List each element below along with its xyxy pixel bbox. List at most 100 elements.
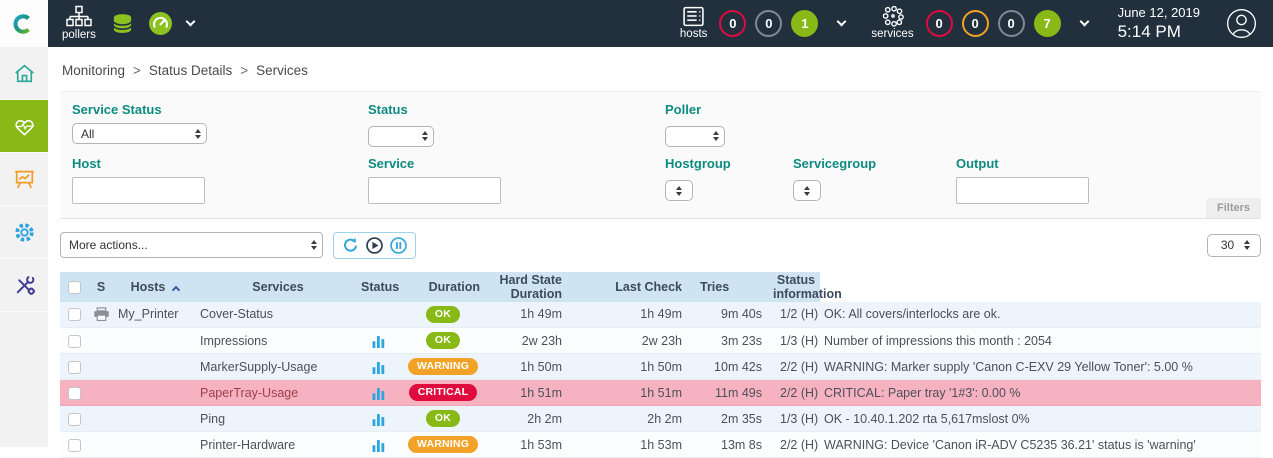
service-name-link[interactable]: Ping bbox=[200, 412, 225, 426]
breadcrumb: Monitoring>Status Details>Services bbox=[60, 47, 1261, 91]
state-icon-cell bbox=[88, 380, 114, 406]
service-name-link[interactable]: MarkerSupply-Usage bbox=[200, 360, 317, 374]
column-header-status[interactable]: Status bbox=[360, 272, 396, 302]
gauge-icon[interactable] bbox=[149, 12, 172, 35]
more-actions-select[interactable]: More actions... bbox=[60, 232, 323, 258]
play-icon[interactable] bbox=[366, 237, 383, 254]
output-input[interactable] bbox=[956, 177, 1089, 204]
sidebar-item-monitoring[interactable] bbox=[0, 100, 48, 153]
last-check-cell: 10m 42s bbox=[692, 354, 772, 380]
breadcrumb-item[interactable]: Monitoring bbox=[62, 63, 125, 78]
select-spinner-icon bbox=[713, 131, 719, 141]
sidebar-item-configuration[interactable] bbox=[0, 206, 48, 259]
row-checkbox[interactable] bbox=[68, 387, 81, 400]
centreon-logo-icon bbox=[11, 11, 37, 37]
chevron-down-icon[interactable] bbox=[1079, 17, 1089, 27]
service-input[interactable] bbox=[368, 177, 501, 204]
breadcrumb-separator: > bbox=[240, 63, 248, 78]
sidebar-item-administration[interactable] bbox=[0, 259, 48, 312]
pollers-menu[interactable]: pollers bbox=[62, 5, 96, 42]
pause-icon[interactable] bbox=[390, 237, 407, 254]
status-information-cell: OK: All covers/interlocks are ok. bbox=[820, 302, 1261, 328]
select-all-header bbox=[60, 272, 88, 302]
column-header-duration[interactable]: Duration bbox=[396, 272, 490, 302]
row-checkbox[interactable] bbox=[68, 361, 81, 374]
graph-icon[interactable] bbox=[372, 361, 385, 374]
column-header-last-check[interactable]: Last Check bbox=[572, 272, 692, 302]
table-toolbar: More actions... 30 bbox=[60, 232, 1261, 259]
sidebar-item-reporting[interactable] bbox=[0, 153, 48, 206]
hosts-menu[interactable]: hosts bbox=[680, 6, 708, 41]
service-name-link[interactable]: PaperTray-Usage bbox=[200, 386, 298, 400]
column-header-tries[interactable]: Tries bbox=[692, 272, 772, 302]
table-row: PaperTray-UsageCRITICAL1h 51m1h 51m11m 4… bbox=[60, 380, 1261, 406]
column-header-status-information[interactable]: Status information bbox=[772, 272, 820, 302]
services-menu[interactable]: services bbox=[871, 6, 913, 41]
status-select[interactable] bbox=[368, 126, 434, 147]
services-counter-3[interactable]: 7 bbox=[1034, 10, 1061, 37]
services-counters: 0007 bbox=[926, 10, 1061, 37]
hostgroup-select[interactable] bbox=[665, 180, 693, 201]
column-header-label: Status bbox=[361, 280, 399, 294]
state-icon-cell bbox=[88, 432, 114, 458]
row-checkbox[interactable] bbox=[68, 439, 81, 452]
page-size-select[interactable]: 30 bbox=[1207, 234, 1261, 257]
current-date: June 12, 2019 bbox=[1118, 5, 1200, 21]
database-icon[interactable] bbox=[111, 12, 134, 35]
main-content: Monitoring>Status Details>Services Servi… bbox=[48, 47, 1273, 447]
graph-icon[interactable] bbox=[372, 413, 385, 426]
services-counter-1[interactable]: 0 bbox=[962, 10, 989, 37]
refresh-controls-group bbox=[333, 232, 416, 259]
breadcrumb-item[interactable]: Status Details bbox=[149, 63, 232, 78]
refresh-icon[interactable] bbox=[342, 237, 359, 254]
service-name-link[interactable]: Cover-Status bbox=[200, 307, 273, 321]
row-checkbox[interactable] bbox=[68, 308, 81, 321]
column-header-hard-state-duration[interactable]: Hard State Duration bbox=[490, 272, 572, 302]
services-counter-2[interactable]: 0 bbox=[998, 10, 1025, 37]
service-name-link[interactable]: Printer-Hardware bbox=[200, 438, 295, 452]
filters-panel-tag[interactable]: Filters bbox=[1206, 198, 1261, 218]
sidebar-item-home[interactable] bbox=[0, 47, 48, 100]
filter-status: Status bbox=[368, 100, 665, 147]
hosts-counters: 001 bbox=[719, 10, 818, 37]
state-icon-cell bbox=[88, 406, 114, 432]
tries-cell: 1/3 (H) bbox=[772, 328, 820, 354]
status-information-cell: CRITICAL: Paper tray '1#3': 0.00 % bbox=[820, 380, 1261, 406]
duration-cell: 2w 23h bbox=[490, 328, 572, 354]
hosts-counter-0[interactable]: 0 bbox=[719, 10, 746, 37]
row-checkbox[interactable] bbox=[68, 335, 81, 348]
user-avatar-icon[interactable] bbox=[1226, 8, 1257, 39]
graph-icon[interactable] bbox=[372, 335, 385, 348]
tries-cell: 2/2 (H) bbox=[772, 380, 820, 406]
status-label: Status bbox=[368, 102, 665, 117]
hosts-counter-1[interactable]: 0 bbox=[755, 10, 782, 37]
graph-icon[interactable] bbox=[372, 439, 385, 452]
servicegroup-select[interactable] bbox=[793, 180, 821, 201]
hosts-icon bbox=[682, 6, 705, 27]
host-name-link[interactable]: My_Printer bbox=[118, 307, 178, 321]
chevron-down-icon[interactable] bbox=[185, 17, 195, 27]
service-label: Service bbox=[368, 156, 665, 171]
graph-icon[interactable] bbox=[372, 387, 385, 400]
select-spinner-icon bbox=[1244, 240, 1250, 250]
last-check-cell: 9m 40s bbox=[692, 302, 772, 328]
column-header-label: Hosts bbox=[131, 280, 166, 294]
breadcrumb-item[interactable]: Services bbox=[256, 63, 308, 78]
service-name-link[interactable]: Impressions bbox=[200, 334, 267, 348]
host-input[interactable] bbox=[72, 177, 205, 204]
hosts-counter-2[interactable]: 1 bbox=[791, 10, 818, 37]
column-header-label: Status information bbox=[773, 273, 842, 301]
row-checkbox[interactable] bbox=[68, 413, 81, 426]
chevron-down-icon[interactable] bbox=[837, 17, 847, 27]
filter-service-status: Service Status All bbox=[72, 100, 368, 147]
centreon-logo[interactable] bbox=[0, 0, 48, 47]
select-all-checkbox[interactable] bbox=[68, 281, 81, 294]
service-status-select[interactable]: All bbox=[72, 123, 207, 144]
column-header-services[interactable]: Services bbox=[196, 272, 360, 302]
column-header-hosts[interactable]: Hosts bbox=[114, 272, 196, 302]
state-icon-cell bbox=[88, 302, 114, 328]
column-header-s[interactable]: S bbox=[88, 272, 114, 302]
poller-label: Poller bbox=[665, 102, 1249, 117]
services-counter-0[interactable]: 0 bbox=[926, 10, 953, 37]
poller-select[interactable] bbox=[665, 126, 725, 147]
